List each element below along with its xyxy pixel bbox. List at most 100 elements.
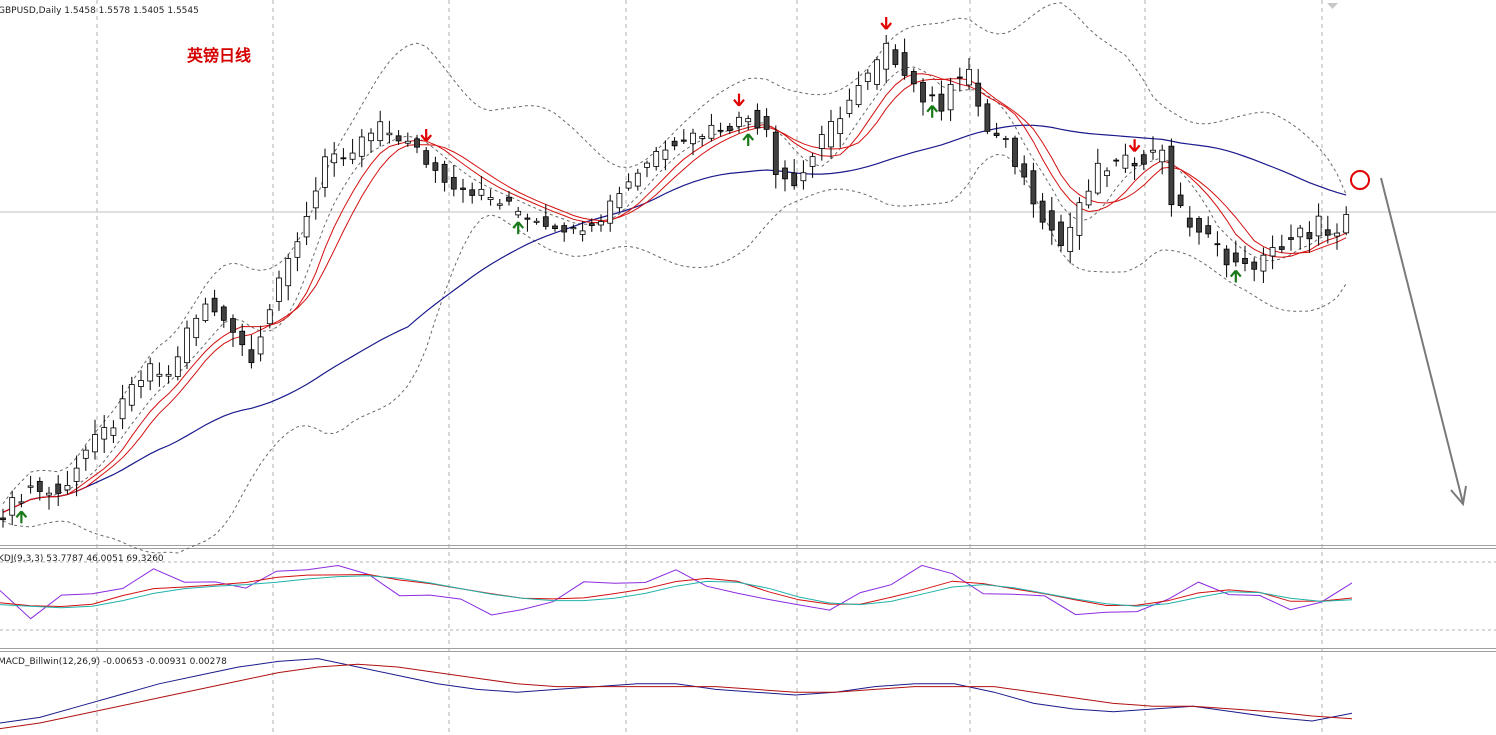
candle-body — [1067, 226, 1074, 252]
candle-body — [929, 94, 936, 97]
candle-body — [1288, 237, 1294, 240]
chart-background — [0, 0, 1496, 735]
candle-body — [800, 172, 807, 182]
candle-body — [303, 216, 310, 238]
candle-body — [55, 483, 62, 494]
candle-body — [36, 480, 43, 492]
candle-body — [561, 225, 568, 233]
candle-body — [64, 485, 71, 491]
candle-body — [0, 517, 6, 521]
candle-body — [625, 181, 632, 189]
candle-body — [478, 188, 485, 196]
candle-body — [82, 449, 89, 459]
candle-body — [322, 156, 328, 188]
candle-body — [202, 303, 209, 321]
candle-body — [340, 157, 347, 160]
candle-body — [285, 258, 292, 287]
candle-body — [818, 134, 825, 149]
candle-body — [1278, 246, 1285, 250]
candle-body — [726, 125, 733, 132]
candle-body — [496, 203, 503, 206]
candle-body — [837, 118, 844, 135]
candle-body — [1334, 232, 1340, 237]
candle-body — [1324, 229, 1331, 236]
candle-body — [1232, 252, 1239, 263]
candle-body — [791, 172, 798, 187]
candle-body — [423, 150, 430, 165]
candle-body — [901, 52, 908, 76]
candle-body — [910, 71, 917, 85]
candle-body — [257, 336, 264, 355]
candle-body — [855, 85, 862, 106]
candle-body — [984, 103, 991, 132]
candle-body — [156, 373, 163, 377]
gbpusd-daily-chart[interactable]: GBPUSD,Daily 1.5458 1.5578 1.5405 1.5545… — [0, 0, 1496, 735]
candle-body — [1076, 202, 1083, 236]
candle-body — [377, 121, 384, 142]
candle-body — [1196, 218, 1202, 233]
candle-body — [745, 118, 752, 123]
candle-body — [101, 427, 108, 440]
candle-body — [607, 200, 614, 224]
candle-body — [165, 373, 172, 377]
candle-body — [119, 398, 126, 420]
candle-body — [294, 241, 301, 258]
candle-body — [460, 187, 466, 190]
candle-body — [515, 210, 522, 216]
candle-body — [993, 132, 1000, 137]
candle-body — [579, 230, 586, 235]
candle-body — [27, 485, 34, 488]
candle-body — [864, 72, 871, 83]
candle-body — [506, 196, 512, 202]
candle-body — [644, 162, 650, 168]
candle-body — [1343, 214, 1350, 234]
candle-body — [588, 223, 595, 226]
candle-body — [533, 220, 540, 223]
candle-body — [331, 153, 338, 164]
candle-body — [138, 380, 144, 387]
candle-body — [211, 297, 218, 313]
candle-body — [92, 434, 98, 453]
candle-body — [708, 124, 715, 139]
candle-body — [1159, 149, 1166, 163]
candle-body — [662, 149, 669, 160]
candle-body — [404, 140, 411, 144]
candle-body — [542, 216, 549, 227]
candle-body — [956, 76, 963, 79]
candle-body — [874, 59, 880, 85]
candle-body — [616, 193, 623, 209]
candle-body — [828, 121, 834, 148]
candle-body — [1251, 261, 1258, 270]
candle-body — [1297, 227, 1304, 238]
candle-body — [469, 189, 476, 196]
candle-body — [1021, 163, 1028, 178]
candle-body — [1168, 145, 1175, 206]
candle-body — [1058, 221, 1064, 246]
candle-body — [1122, 154, 1129, 169]
candle-body — [975, 82, 982, 107]
candle-body — [174, 356, 181, 377]
symbol-info-label: GBPUSD,Daily 1.5458 1.5578 1.5405 1.5545 — [0, 6, 199, 16]
candle-body — [1012, 137, 1018, 167]
candle-body — [754, 109, 761, 129]
candle-body — [552, 225, 558, 230]
candle-body — [9, 497, 16, 516]
candle-body — [1113, 159, 1120, 162]
candle-body — [18, 501, 25, 504]
candle-body — [653, 151, 660, 167]
candle-body — [450, 177, 457, 190]
candle-body — [349, 152, 356, 160]
candle-body — [184, 327, 190, 364]
kdj-label: KDJ(9,3,3) 53.7787 46.0051 69.3260 — [0, 554, 164, 564]
candle-body — [1085, 190, 1092, 206]
candle-body — [524, 217, 531, 220]
candle-body — [487, 197, 494, 200]
candle-body — [736, 116, 742, 127]
candle-body — [634, 172, 641, 187]
candle-body — [276, 277, 282, 302]
candle-body — [1205, 225, 1212, 235]
candle-body — [938, 93, 945, 112]
candle-body — [1048, 210, 1055, 231]
candle-body — [1030, 170, 1037, 205]
candle-body — [966, 68, 972, 86]
